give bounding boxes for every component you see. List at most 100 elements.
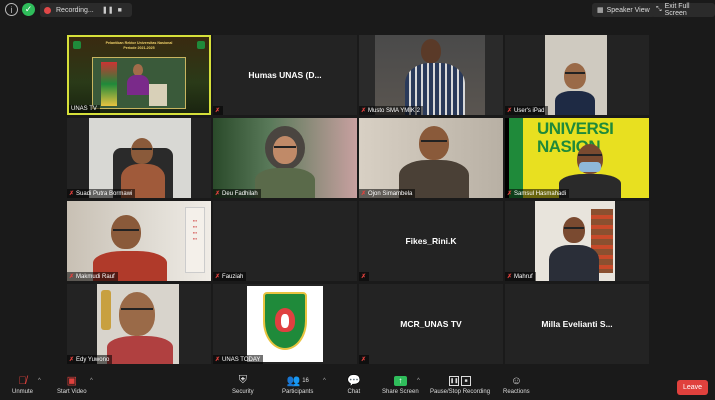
start-video-button[interactable]: ▣ Start Video — [57, 374, 87, 395]
stop-recording-icon[interactable]: ■ — [116, 6, 124, 14]
muted-mic-icon: ✗ — [361, 191, 367, 197]
audio-options-caret-icon[interactable]: ^ — [38, 378, 41, 384]
glasses — [121, 308, 153, 310]
share-options-caret-icon[interactable]: ^ — [417, 378, 420, 384]
glasses — [113, 229, 139, 231]
meeting-controls-bar: 🎙̸ Unmute ^ ▣ Start Video ^ ⛨ Security 👥… — [0, 370, 715, 400]
shield-icon: ⛨ — [238, 374, 247, 386]
reactions-label: Reactions — [503, 389, 530, 395]
participants-button[interactable]: 👥 16 Participants — [282, 374, 313, 395]
podium — [149, 84, 167, 106]
video-tile-makmudi[interactable]: ▪▪▪ ▪▪▪ ▪▪▪ ▪▪▪ ✗ Makmudi Rauf — [67, 201, 211, 281]
video-tile-edy[interactable]: ✗ Edy Yuwono — [67, 284, 211, 364]
video-tile-samsul[interactable]: UNIVERSI NASION ✗ Samsul Hasmahadi — [505, 118, 649, 198]
video-tile-milla[interactable]: Milla Evelianti S... — [505, 284, 649, 364]
muted-mic-icon: ✗ — [361, 357, 367, 363]
security-button[interactable]: ⛨ Security — [232, 374, 254, 395]
unas-logo-left — [73, 41, 81, 49]
participant-name-text: Ojon Simambela — [368, 190, 413, 197]
recording-label: Recording... — [56, 6, 94, 14]
top-bar: i ✓ Recording... ❚❚ ■ ▦ Speaker View ⤡ E… — [0, 0, 715, 20]
muted-mic-icon: ✗ — [215, 274, 221, 280]
info-icon[interactable]: i — [5, 3, 18, 16]
participant-name: ✗ — [213, 106, 224, 115]
flag-banner — [101, 62, 117, 106]
participant-name: ✗ — [359, 272, 370, 281]
chat-button[interactable]: 💬 Chat — [347, 374, 361, 395]
video-tile-unas-tv[interactable]: Pelantikan Rektor Universitas Nasional P… — [67, 35, 211, 115]
participant-name-text: Mahruf — [514, 273, 533, 280]
video-tile-suadi[interactable]: ✗ Suadi Putra Bormawi — [67, 118, 211, 198]
video-tile-fikes-rini[interactable]: Fikes_Rini.K ✗ — [359, 201, 503, 281]
video-tile-mahruf[interactable]: ✗ Mahruf — [505, 201, 649, 281]
muted-microphone-icon: 🎙̸ — [18, 374, 27, 387]
unas-logo-icon — [263, 292, 307, 350]
video-tile-musto[interactable]: ✗ Musto SMA YMIK 2 — [359, 35, 503, 115]
face-mask — [579, 162, 601, 172]
participant-name-text: Samsul Hasmahadi — [514, 190, 567, 197]
participant-body — [555, 91, 595, 115]
muted-mic-icon: ✗ — [507, 108, 513, 114]
unmute-label: Unmute — [12, 389, 34, 395]
speaker-view-label: Speaker View — [606, 6, 650, 14]
participant-name: ✗ Fauziah — [213, 272, 247, 281]
muted-mic-icon: ✗ — [69, 191, 75, 197]
video-options-caret-icon[interactable]: ^ — [90, 378, 93, 384]
recording-indicator: Recording... ❚❚ ■ — [40, 3, 132, 17]
participant-display-name: MCR_UNAS TV — [400, 319, 462, 329]
unmute-button[interactable]: 🎙̸ Unmute — [12, 374, 34, 396]
pause-recording-icon[interactable]: ❚❚ — [102, 6, 114, 14]
share-screen-button[interactable]: ↑ Share Screen — [382, 374, 419, 395]
universitas-nasional-banner: UNIVERSI NASION — [537, 119, 614, 156]
exit-full-screen-button[interactable]: ⤡ Exit Full Screen — [651, 3, 715, 17]
video-grid: Pelantikan Rektor Universitas Nasional P… — [67, 35, 649, 365]
participant-name: ✗ Ojon Simambela — [359, 189, 416, 198]
green-stripe — [509, 118, 523, 198]
leave-button[interactable]: Leave — [677, 380, 708, 395]
participant-display-name: Fikes_Rini.K — [405, 236, 457, 246]
exit-fullscreen-icon: ⤡ — [656, 6, 662, 13]
glasses — [578, 154, 602, 156]
slide-title-line2: Periode 2021-2025 — [123, 45, 155, 50]
glasses — [564, 227, 584, 229]
participant-head — [564, 63, 586, 89]
speaker-body — [127, 75, 149, 95]
video-tile-users-ipad[interactable]: ✗ User's iPad — [505, 35, 649, 115]
muted-mic-icon: ✗ — [215, 108, 221, 114]
participant-name: ✗ UNAS TODAY — [213, 355, 264, 364]
muted-mic-icon: ✗ — [215, 191, 221, 197]
participant-head — [419, 126, 449, 160]
participant-name: ✗ — [359, 355, 370, 364]
muted-mic-icon: ✗ — [507, 191, 513, 197]
unas-logo-right — [197, 41, 205, 49]
pause-recording-label: Pause/Stop Recording — [430, 389, 491, 395]
participants-caret-icon[interactable]: ^ — [323, 378, 326, 384]
inner-screen — [92, 57, 186, 109]
participant-name-text: Suadi Putra Bormawi — [76, 190, 133, 197]
participant-body — [549, 245, 599, 281]
speaker-view-button[interactable]: ▦ Speaker View — [592, 3, 655, 17]
participant-name: ✗ Musto SMA YMIK 2 — [359, 106, 423, 115]
video-tile-unas-today[interactable]: ✗ UNAS TODAY — [213, 284, 357, 364]
video-tile-ojon[interactable]: ✗ Ojon Simambela — [359, 118, 503, 198]
reactions-button[interactable]: ☺ Reactions — [503, 374, 530, 396]
participant-name: UNAS TV — [69, 105, 100, 113]
share-screen-icon: ↑ — [393, 374, 407, 387]
record-dot-icon — [44, 6, 51, 14]
start-video-label: Start Video — [57, 389, 87, 395]
participant-name: ✗ Deu Fadhilah — [213, 189, 261, 198]
participant-name: ✗ Suadi Putra Bormawi — [67, 189, 136, 198]
chat-label: Chat — [347, 389, 361, 395]
participant-name-text: Musto SMA YMIK 2 — [368, 107, 420, 114]
shield-check-icon[interactable]: ✓ — [22, 3, 35, 16]
video-tile-humas-unas[interactable]: Humas UNAS (D... ✗ — [213, 35, 357, 115]
participants-count: 16 — [302, 377, 309, 384]
video-tile-deu-fadhilah[interactable]: ✗ Deu Fadhilah — [213, 118, 357, 198]
participant-head — [421, 39, 441, 63]
pause-stop-recording-button[interactable]: ❚❚ ■ Pause/Stop Recording — [430, 374, 490, 395]
participant-name-text: Fauziah — [222, 273, 244, 280]
video-tile-mcr-unas-tv[interactable]: MCR_UNAS TV ✗ — [359, 284, 503, 364]
video-tile-fauziah[interactable]: ✗ Fauziah — [213, 201, 357, 281]
security-label: Security — [232, 389, 254, 395]
slide-title: Pelantikan Rektor Universitas Nasional P… — [91, 41, 187, 50]
